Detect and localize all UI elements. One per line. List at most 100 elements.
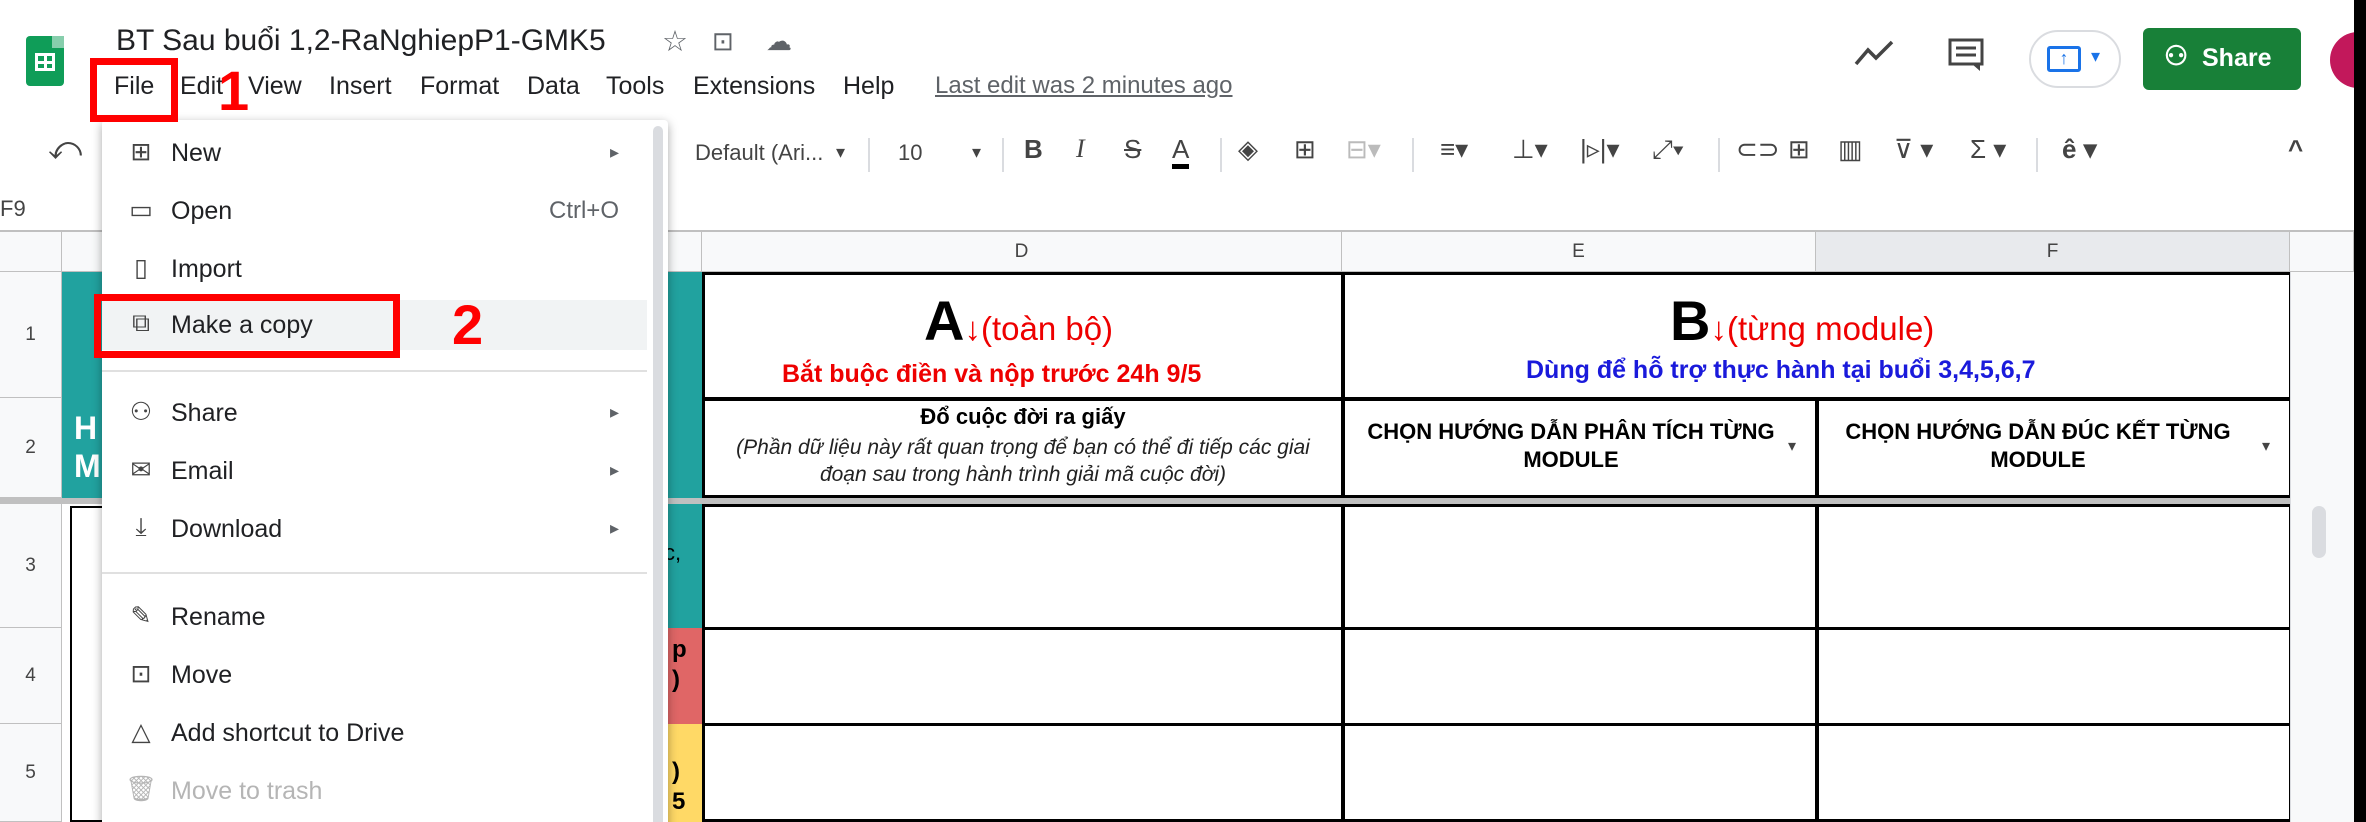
dropdown-arrow-icon[interactable]: ▾ — [1788, 436, 1796, 456]
e1-heading: B↓(từng module) — [1670, 288, 1934, 353]
cell-e5[interactable] — [1342, 723, 1818, 822]
chevron-down-icon[interactable]: ▾ — [972, 142, 981, 163]
filter-icon[interactable]: ⊽ ▾ — [1894, 134, 1933, 165]
cell-d3[interactable] — [702, 504, 1344, 630]
menu-data[interactable]: Data — [527, 72, 580, 101]
cell-f4[interactable] — [1816, 627, 2292, 726]
corner-cell[interactable] — [0, 232, 62, 272]
comments-icon[interactable] — [1948, 38, 1984, 81]
font-select[interactable]: Default (Ari... — [695, 140, 823, 166]
move-folder-icon[interactable]: ⊡ — [712, 26, 734, 57]
menu-format[interactable]: Format — [420, 72, 499, 101]
functions-icon[interactable]: Σ ▾ — [1970, 134, 2006, 165]
activity-trend-icon[interactable] — [1854, 38, 1894, 77]
toolbar-divider — [1718, 138, 1720, 172]
row-header-4[interactable]: 4 — [0, 628, 62, 724]
input-tools-icon[interactable]: ê ▾ — [2062, 134, 2097, 165]
row-header-5[interactable]: 5 — [0, 724, 62, 822]
d1-heading-letter: A — [924, 289, 965, 352]
insert-comment-icon[interactable]: ⊞ — [1788, 134, 1810, 165]
menu-item-import[interactable]: ▯ Import — [102, 244, 647, 294]
folder-icon: ▭ — [129, 196, 153, 224]
align-left-icon[interactable]: ≡▾ — [1440, 134, 1468, 165]
bold-button[interactable]: B — [1024, 134, 1043, 165]
menu-item-email[interactable]: ✉ Email ▸ — [102, 446, 647, 496]
undo-icon[interactable]: ⤺ — [48, 130, 82, 168]
fill-color-icon[interactable]: ◈ — [1238, 134, 1258, 165]
trash-icon: 🗑 — [125, 775, 157, 803]
menu-item-move-to-trash[interactable]: 🗑 Move to trash — [102, 766, 647, 816]
e2-text: CHỌN HƯỚNG DẪN PHÂN TÍCH TỪNG MODULE — [1367, 419, 1775, 472]
insert-chart-icon[interactable]: ▥ — [1838, 134, 1863, 165]
column-header-f[interactable]: F — [1816, 232, 2290, 272]
font-size-select[interactable]: 10 — [898, 140, 922, 166]
chevron-down-icon[interactable]: ▾ — [836, 142, 845, 163]
menu-item-label: Import — [171, 255, 242, 283]
menu-tools[interactable]: Tools — [606, 72, 664, 101]
row-header-3[interactable]: 3 — [0, 504, 62, 628]
drive-shortcut-icon: △ — [131, 718, 151, 746]
present-icon: ↑ — [2047, 46, 2081, 72]
annotation-number-2: 2 — [452, 293, 484, 356]
merge-cells-icon[interactable]: ⊟▾ — [1346, 134, 1381, 165]
menu-extensions[interactable]: Extensions — [693, 72, 815, 101]
menu-insert[interactable]: Insert — [329, 72, 392, 101]
menu-view[interactable]: View — [248, 72, 302, 101]
text-wrap-icon[interactable]: |▹|▾ — [1580, 134, 1620, 165]
cell-d5[interactable] — [702, 723, 1344, 822]
insert-link-icon[interactable]: ⊂⊃ — [1736, 134, 1780, 165]
text-rotate-icon[interactable]: ⤢▾ — [1652, 134, 1684, 166]
file-menu: ⊞ New ▸ ▭ Open Ctrl+O ▯ Import ⧉ Make a … — [102, 120, 668, 822]
menu-item-label: Open — [171, 197, 233, 225]
borders-icon[interactable]: ⊞ — [1294, 134, 1316, 165]
e1-heading-letter: B — [1670, 289, 1711, 352]
submenu-arrow-icon: ▸ — [609, 460, 619, 480]
share-button[interactable]: ⚇ Share — [2143, 28, 2301, 90]
cloud-status-icon[interactable]: ☁ — [766, 26, 792, 57]
document-title[interactable]: BT Sau buổi 1,2-RaNghiepP1-GMK5 — [116, 24, 606, 58]
menu-item-share[interactable]: ⚇ Share ▸ — [102, 388, 647, 438]
cell-f3[interactable] — [1816, 504, 2292, 630]
new-sheet-icon: ⊞ — [130, 138, 152, 166]
menu-item-rename[interactable]: ✎ Rename — [102, 592, 647, 642]
menu-item-label: Email — [171, 457, 234, 485]
name-box[interactable]: F9 — [0, 196, 26, 222]
e1-support-text: Dùng để hỗ trợ thực hành tại buổi 3,4,5,… — [1526, 356, 2036, 384]
menu-scrollbar[interactable] — [653, 126, 663, 822]
menu-item-download[interactable]: ⤓ Download ▸ — [102, 504, 647, 554]
menu-help[interactable]: Help — [843, 72, 894, 101]
sheets-logo-icon[interactable] — [26, 36, 64, 86]
cell-d4[interactable] — [702, 627, 1344, 726]
collapse-toolbar-icon[interactable]: ^ — [2288, 134, 2303, 165]
menu-item-new[interactable]: ⊞ New ▸ — [102, 128, 647, 178]
star-icon[interactable]: ☆ — [662, 24, 688, 59]
last-edit-link[interactable]: Last edit was 2 minutes ago — [935, 72, 1233, 100]
vertical-scrollbar-thumb[interactable] — [2312, 506, 2326, 558]
share-person-icon: ⚇ — [129, 398, 153, 426]
chevron-down-icon: ▾ — [2091, 46, 2101, 66]
cell-e4[interactable] — [1342, 627, 1818, 726]
menu-item-open[interactable]: ▭ Open Ctrl+O — [102, 186, 647, 236]
d1-heading: A↓(toàn bộ) — [924, 288, 1113, 353]
cell-f5[interactable] — [1816, 723, 2292, 822]
strikethrough-button[interactable]: S — [1124, 134, 1141, 165]
menu-item-label: Download — [171, 515, 283, 543]
menu-item-add-shortcut[interactable]: △ Add shortcut to Drive — [102, 708, 647, 758]
row-header-2[interactable]: 2 — [0, 398, 62, 498]
menu-edit[interactable]: Edit — [180, 72, 223, 101]
vertical-align-icon[interactable]: ⊥▾ — [1512, 134, 1548, 165]
dropdown-arrow-icon[interactable]: ▾ — [2262, 436, 2270, 456]
column-header-e[interactable]: E — [1342, 232, 1816, 272]
italic-button[interactable]: I — [1076, 134, 1085, 164]
cell-e3[interactable] — [1342, 504, 1818, 630]
column-header-d[interactable]: D — [702, 232, 1342, 272]
avatar[interactable] — [2330, 32, 2354, 88]
column-header-g[interactable] — [2290, 232, 2354, 272]
present-button[interactable]: ↑ ▾ — [2029, 30, 2121, 88]
menu-item-move[interactable]: ⊡ Move — [102, 650, 647, 700]
share-button-label: Share — [2202, 44, 2272, 72]
title-fragment: M — [74, 448, 101, 484]
menu-item-label: Move — [171, 661, 233, 689]
row-header-1[interactable]: 1 — [0, 272, 62, 398]
text-color-button[interactable]: A — [1172, 134, 1190, 169]
